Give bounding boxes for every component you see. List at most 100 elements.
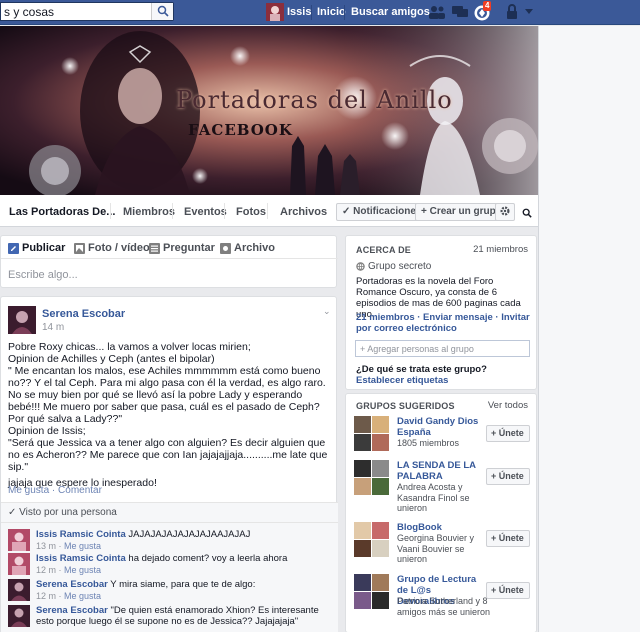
plus-icon: + [491, 533, 499, 543]
tab-photos[interactable]: Fotos [236, 206, 266, 218]
group-title[interactable]: LA SENDA DE LA PALABRA [397, 460, 482, 482]
privacy-shortcuts-icon[interactable] [505, 4, 519, 20]
suggested-groups: GRUPOS SUGERIDOS Ver todos David Gandy D… [345, 393, 537, 632]
join-button[interactable]: + Únete [486, 530, 530, 547]
seen-bar: ✓ Visto por una persona [1, 502, 338, 522]
plus-icon: + [421, 206, 427, 217]
like-link[interactable]: Me gusta [64, 565, 101, 575]
composer-input[interactable]: Escribe algo... [8, 269, 78, 281]
messages-icon[interactable] [451, 4, 469, 20]
comment-author[interactable]: Serena Escobar [36, 579, 108, 590]
search-icon[interactable] [522, 208, 532, 218]
comment-avatar[interactable] [8, 605, 30, 627]
about-links[interactable]: 21 miembros · Enviar mensaje · Invitar p… [356, 312, 534, 334]
comment-text: Issis Ramsic Cointa JAJAJAJAJAJAJAJAAJAJ… [36, 529, 332, 540]
comment-body: JAJAJAJAJAJAJAJAAJAJAJ [128, 529, 251, 540]
cover-title: Portadoras del Anillo [176, 86, 453, 114]
search-input[interactable]: s y cosas [4, 5, 54, 19]
list-icon [149, 242, 160, 254]
cover-photo: Portadoras del Anillo FACEBOOK [0, 26, 538, 195]
settings-button[interactable] [495, 203, 515, 221]
tab-file[interactable]: Archivo [220, 242, 275, 254]
post-line: " Me encantan los malos, ese Achiles mmm… [8, 365, 326, 425]
create-group-button[interactable]: + Crear un grupo [415, 203, 508, 221]
find-friends-link[interactable]: Buscar amigos [351, 6, 430, 18]
group-thumbnail[interactable] [354, 574, 389, 609]
tab-label: Preguntar [163, 242, 215, 254]
comment-meta: 12 m · Me gusta [36, 591, 102, 601]
comment-meta: 12 m · Me gusta [36, 565, 102, 575]
why-question[interactable]: ¿De qué se trata este grupo? [356, 364, 534, 375]
cover-subtitle: FACEBOOK [188, 121, 293, 139]
comment-avatar[interactable] [8, 579, 30, 601]
globe-icon [356, 262, 365, 271]
group-thumbnail[interactable] [354, 460, 389, 495]
comment-time[interactable]: 13 m [36, 541, 56, 551]
friend-requests-icon[interactable] [428, 4, 446, 20]
post-line: Pobre Roxy chicas... la vamos a volver l… [8, 341, 251, 353]
divider [110, 203, 111, 219]
post-timestamp[interactable]: 14 m [42, 322, 64, 333]
group-thumbnail[interactable] [354, 416, 389, 451]
profile-link[interactable]: Issis [287, 6, 311, 18]
group-subtitle: Andrea Acosta y Kasandra Finol se uniero… [397, 482, 470, 513]
divider [344, 5, 345, 20]
post-author[interactable]: Serena Escobar [42, 308, 125, 320]
like-link[interactable]: Me gusta [64, 591, 101, 601]
divider [172, 203, 173, 219]
divider [267, 203, 268, 219]
composer: Publicar Foto / vídeo Preguntar Archivo … [0, 235, 338, 288]
tab-ask[interactable]: Preguntar [149, 242, 215, 254]
join-button[interactable]: + Únete [486, 582, 530, 599]
join-button[interactable]: + Únete [486, 425, 530, 442]
join-label: Únete [498, 533, 524, 543]
search-box[interactable]: s y cosas [0, 2, 174, 21]
pencil-icon [8, 242, 19, 254]
see-all-link[interactable]: Ver todos [488, 400, 528, 411]
chevron-down-icon[interactable] [524, 8, 534, 16]
comment-avatar[interactable] [8, 529, 30, 551]
comment-text: Serena Escobar "De quien está enamorado … [36, 605, 332, 627]
comment-link[interactable]: Comentar [58, 485, 102, 496]
like-link[interactable]: Me gusta [8, 485, 49, 496]
tab-photo-video[interactable]: Foto / vídeo [74, 242, 150, 254]
checkmark-icon: ✓ [8, 507, 20, 518]
post-author-avatar[interactable] [8, 306, 36, 334]
set-tags-link[interactable]: Establecer etiquetas [356, 375, 534, 386]
notifications-button[interactable]: ✓ Notificaciones [336, 203, 428, 221]
group-thumbnail[interactable] [354, 522, 389, 557]
comment-time[interactable]: 12 m [36, 565, 56, 575]
right-sidebar [538, 26, 640, 632]
group-title[interactable]: BlogBook [397, 522, 482, 533]
comment-time[interactable]: 12 m [36, 591, 56, 601]
group-subtitle: Patricia Sutherland y 8 amigos más se un… [397, 596, 491, 617]
tab-members[interactable]: Miembros [123, 206, 175, 218]
divider [1, 258, 338, 259]
join-button[interactable]: + Únete [486, 468, 530, 485]
user-avatar[interactable] [266, 3, 284, 21]
comment-body: ha dejado coment? voy a leerla ahora [128, 553, 288, 564]
home-link[interactable]: Inicio [317, 6, 346, 18]
chevron-down-icon[interactable]: ⌄ [323, 306, 331, 317]
seen-by[interactable]: ✓ Visto por una persona [8, 507, 117, 518]
tab-files[interactable]: Archivos [280, 206, 327, 218]
search-button[interactable] [151, 3, 173, 20]
like-link[interactable]: Me gusta [64, 541, 101, 551]
suggested-header: GRUPOS SUGERIDOS [356, 401, 455, 411]
privacy-label: Grupo secreto [368, 261, 432, 272]
tab-events[interactable]: Eventos [184, 206, 227, 218]
about-header: ACERCA DE [356, 245, 411, 255]
comment-author[interactable]: Issis Ramsic Cointa [36, 529, 126, 540]
plus-icon: + [491, 585, 499, 595]
add-people-input[interactable]: + Agregar personas al grupo [355, 340, 530, 357]
plus-icon: + [491, 471, 499, 481]
members-count[interactable]: 21 miembros [473, 244, 528, 255]
tab-post[interactable]: Publicar [8, 242, 65, 254]
group-title[interactable]: David Gandy Dios España [397, 416, 482, 438]
comment-avatar[interactable] [8, 553, 30, 575]
group-name[interactable]: Las Portadoras De... [9, 206, 115, 218]
tab-label: Archivo [234, 242, 275, 254]
comment-author[interactable]: Serena Escobar [36, 605, 108, 616]
privacy-status: Grupo secreto [356, 261, 431, 272]
comment-author[interactable]: Issis Ramsic Cointa [36, 553, 126, 564]
